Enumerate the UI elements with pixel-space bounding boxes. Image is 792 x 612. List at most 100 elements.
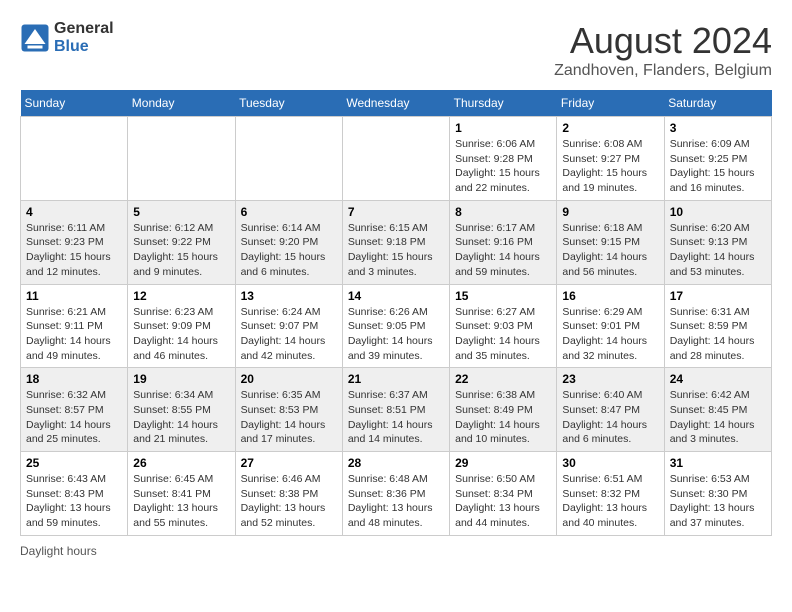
logo-icon <box>20 23 50 53</box>
day-info: Sunrise: 6:18 AMSunset: 9:15 PMDaylight:… <box>562 221 658 280</box>
calendar-cell: 25Sunrise: 6:43 AMSunset: 8:43 PMDayligh… <box>21 452 128 536</box>
calendar-cell: 19Sunrise: 6:34 AMSunset: 8:55 PMDayligh… <box>128 368 235 452</box>
calendar-cell <box>21 117 128 201</box>
calendar-cell: 28 Sunrise: 6:48 AMSunset: 8:36 PMDayligh… <box>342 452 449 536</box>
day-info: Sunrise: 6:45 AMSunset: 8:41 PMDaylight:… <box>133 472 229 531</box>
title-area: August 2024 Zandhoven, Flanders, Belgium <box>554 20 772 80</box>
calendar-cell: 18Sunrise: 6:32 AMSunset: 8:57 PMDayligh… <box>21 368 128 452</box>
day-info: Sunrise: 6:26 AMSunset: 9:05 PMDaylight:… <box>348 305 444 364</box>
calendar-cell: 7 Sunrise: 6:15 AMSunset: 9:18 PMDaylight… <box>342 200 449 284</box>
day-number: 4 <box>26 205 122 219</box>
calendar-cell: 23 Sunrise: 6:40 AMSunset: 8:47 PMDayligh… <box>557 368 664 452</box>
calendar-week-3: 11Sunrise: 6:21 AMSunset: 9:11 PMDayligh… <box>21 284 772 368</box>
weekday-header-tuesday: Tuesday <box>235 90 342 117</box>
day-info: Sunrise: 6:38 AMSunset: 8:49 PMDaylight:… <box>455 388 551 447</box>
day-number: 27 <box>241 456 337 470</box>
weekday-header-thursday: Thursday <box>450 90 557 117</box>
day-number: 17 <box>670 289 766 303</box>
calendar-cell: 14 Sunrise: 6:26 AMSunset: 9:05 PMDayligh… <box>342 284 449 368</box>
location-subtitle: Zandhoven, Flanders, Belgium <box>554 62 772 80</box>
calendar-cell: 1Sunrise: 6:06 AMSunset: 9:28 PMDaylight… <box>450 117 557 201</box>
weekday-header-row: SundayMondayTuesdayWednesdayThursdayFrid… <box>21 90 772 117</box>
calendar-cell: 21 Sunrise: 6:37 AMSunset: 8:51 PMDayligh… <box>342 368 449 452</box>
day-number: 14 <box>348 289 444 303</box>
day-number: 6 <box>241 205 337 219</box>
calendar-cell: 4 Sunrise: 6:11 AMSunset: 9:23 PMDaylight… <box>21 200 128 284</box>
weekday-header-monday: Monday <box>128 90 235 117</box>
day-info: Sunrise: 6:40 AMSunset: 8:47 PMDaylight:… <box>562 388 658 447</box>
day-number: 13 <box>241 289 337 303</box>
calendar-cell: 31 Sunrise: 6:53 AMSunset: 8:30 PMDayligh… <box>664 452 771 536</box>
day-info: Sunrise: 6:11 AMSunset: 9:23 PMDaylight:… <box>26 221 122 280</box>
day-number: 28 <box>348 456 444 470</box>
day-info: Sunrise: 6:14 AMSunset: 9:20 PMDaylight:… <box>241 221 337 280</box>
day-number: 3 <box>670 121 766 135</box>
calendar-cell: 15 Sunrise: 6:27 AMSunset: 9:03 PMDayligh… <box>450 284 557 368</box>
day-number: 29 <box>455 456 551 470</box>
calendar-cell: 22 Sunrise: 6:38 AMSunset: 8:49 PMDayligh… <box>450 368 557 452</box>
day-info: Sunrise: 6:29 AMSunset: 9:01 PMDaylight:… <box>562 305 658 364</box>
day-info: Sunrise: 6:27 AMSunset: 9:03 PMDaylight:… <box>455 305 551 364</box>
logo-text: General Blue <box>54 20 114 55</box>
day-info: Sunrise: 6:35 AMSunset: 8:53 PMDaylight:… <box>241 388 337 447</box>
day-info: Sunrise: 6:34 AMSunset: 8:55 PMDaylight:… <box>133 388 229 447</box>
calendar-cell: 9 Sunrise: 6:18 AMSunset: 9:15 PMDaylight… <box>557 200 664 284</box>
day-info: Sunrise: 6:37 AMSunset: 8:51 PMDaylight:… <box>348 388 444 447</box>
calendar-cell: 3 Sunrise: 6:09 AMSunset: 9:25 PMDaylight… <box>664 117 771 201</box>
calendar-cell: 12Sunrise: 6:23 AMSunset: 9:09 PMDayligh… <box>128 284 235 368</box>
day-number: 30 <box>562 456 658 470</box>
month-year-title: August 2024 <box>554 20 772 62</box>
logo-blue-text: Blue <box>54 38 114 56</box>
calendar-week-4: 18Sunrise: 6:32 AMSunset: 8:57 PMDayligh… <box>21 368 772 452</box>
footer-note: Daylight hours <box>20 544 772 558</box>
day-number: 23 <box>562 372 658 386</box>
day-number: 22 <box>455 372 551 386</box>
calendar-cell: 17 Sunrise: 6:31 AMSunset: 8:59 PMDayligh… <box>664 284 771 368</box>
day-info: Sunrise: 6:06 AMSunset: 9:28 PMDaylight:… <box>455 137 551 196</box>
calendar-cell: 26 Sunrise: 6:45 AMSunset: 8:41 PMDayligh… <box>128 452 235 536</box>
weekday-header-friday: Friday <box>557 90 664 117</box>
day-info: Sunrise: 6:51 AMSunset: 8:32 PMDaylight:… <box>562 472 658 531</box>
calendar-cell: 20Sunrise: 6:35 AMSunset: 8:53 PMDayligh… <box>235 368 342 452</box>
calendar-cell <box>235 117 342 201</box>
day-number: 12 <box>133 289 229 303</box>
day-info: Sunrise: 6:12 AMSunset: 9:22 PMDaylight:… <box>133 221 229 280</box>
calendar-cell: 16 Sunrise: 6:29 AMSunset: 9:01 PMDayligh… <box>557 284 664 368</box>
calendar-cell: 5Sunrise: 6:12 AMSunset: 9:22 PMDaylight… <box>128 200 235 284</box>
day-number: 8 <box>455 205 551 219</box>
day-number: 31 <box>670 456 766 470</box>
calendar-cell: 6 Sunrise: 6:14 AMSunset: 9:20 PMDaylight… <box>235 200 342 284</box>
weekday-header-wednesday: Wednesday <box>342 90 449 117</box>
day-info: Sunrise: 6:43 AMSunset: 8:43 PMDaylight:… <box>26 472 122 531</box>
day-info: Sunrise: 6:32 AMSunset: 8:57 PMDaylight:… <box>26 388 122 447</box>
day-info: Sunrise: 6:48 AMSunset: 8:36 PMDaylight:… <box>348 472 444 531</box>
calendar-week-1: 1Sunrise: 6:06 AMSunset: 9:28 PMDaylight… <box>21 117 772 201</box>
calendar-cell: 27Sunrise: 6:46 AMSunset: 8:38 PMDayligh… <box>235 452 342 536</box>
calendar-cell <box>342 117 449 201</box>
day-number: 24 <box>670 372 766 386</box>
day-info: Sunrise: 6:20 AMSunset: 9:13 PMDaylight:… <box>670 221 766 280</box>
day-info: Sunrise: 6:08 AMSunset: 9:27 PMDaylight:… <box>562 137 658 196</box>
calendar-cell: 29Sunrise: 6:50 AMSunset: 8:34 PMDayligh… <box>450 452 557 536</box>
day-number: 16 <box>562 289 658 303</box>
calendar-cell: 10Sunrise: 6:20 AMSunset: 9:13 PMDayligh… <box>664 200 771 284</box>
day-info: Sunrise: 6:42 AMSunset: 8:45 PMDaylight:… <box>670 388 766 447</box>
day-info: Sunrise: 6:15 AMSunset: 9:18 PMDaylight:… <box>348 221 444 280</box>
day-info: Sunrise: 6:17 AMSunset: 9:16 PMDaylight:… <box>455 221 551 280</box>
day-number: 26 <box>133 456 229 470</box>
calendar-cell: 2 Sunrise: 6:08 AMSunset: 9:27 PMDaylight… <box>557 117 664 201</box>
day-number: 9 <box>562 205 658 219</box>
day-number: 21 <box>348 372 444 386</box>
day-info: Sunrise: 6:31 AMSunset: 8:59 PMDaylight:… <box>670 305 766 364</box>
day-info: Sunrise: 6:53 AMSunset: 8:30 PMDaylight:… <box>670 472 766 531</box>
calendar-week-5: 25Sunrise: 6:43 AMSunset: 8:43 PMDayligh… <box>21 452 772 536</box>
day-number: 11 <box>26 289 122 303</box>
day-number: 15 <box>455 289 551 303</box>
day-number: 2 <box>562 121 658 135</box>
day-number: 7 <box>348 205 444 219</box>
weekday-header-sunday: Sunday <box>21 90 128 117</box>
logo: General Blue <box>20 20 114 55</box>
calendar-week-2: 4 Sunrise: 6:11 AMSunset: 9:23 PMDaylight… <box>21 200 772 284</box>
day-info: Sunrise: 6:09 AMSunset: 9:25 PMDaylight:… <box>670 137 766 196</box>
calendar-cell: 30 Sunrise: 6:51 AMSunset: 8:32 PMDayligh… <box>557 452 664 536</box>
